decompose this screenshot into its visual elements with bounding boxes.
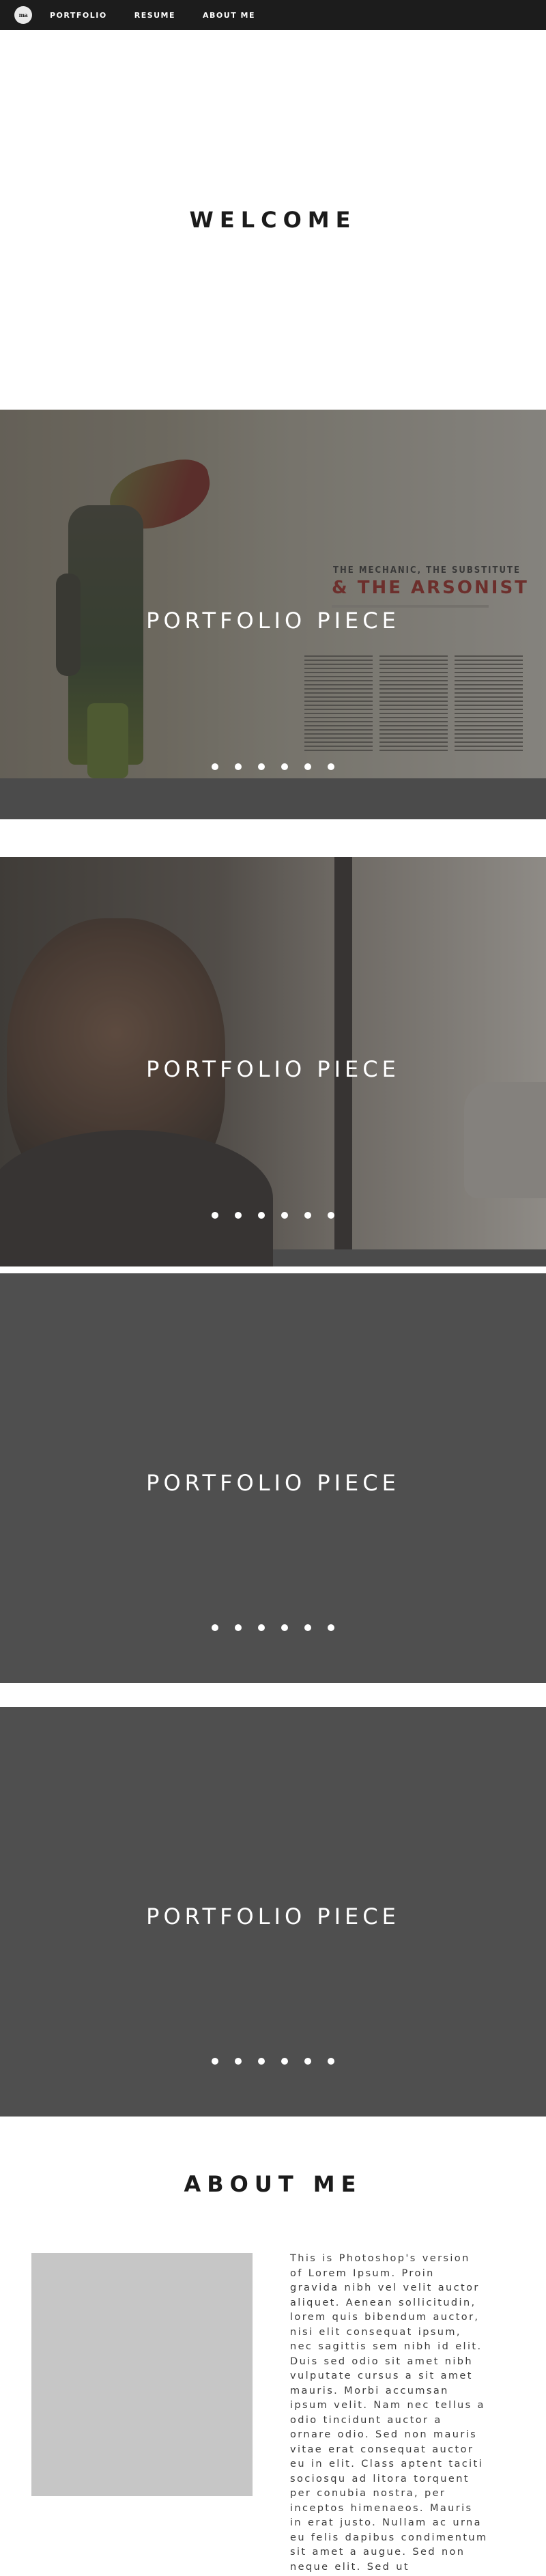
logo-text: ma [18, 12, 28, 18]
portfolio-piece-2[interactable]: PORTFOLIO PIECE [0, 857, 546, 1266]
carousel-dot[interactable] [212, 1624, 218, 1631]
carousel-dot[interactable] [235, 1212, 242, 1219]
carousel-dot[interactable] [212, 763, 218, 770]
carousel-dot[interactable] [304, 1212, 311, 1219]
carousel-dot[interactable] [304, 2058, 311, 2065]
carousel-dot[interactable] [212, 2058, 218, 2065]
carousel-dot[interactable] [235, 1624, 242, 1631]
carousel-dot[interactable] [328, 763, 334, 770]
portfolio-piece-4[interactable]: PORTFOLIO PIECE [0, 1707, 546, 2117]
carousel-dot[interactable] [258, 1212, 265, 1219]
portfolio-piece-title: PORTFOLIO PIECE [146, 1056, 400, 1082]
carousel-dots [0, 763, 546, 770]
portfolio-piece-title: PORTFOLIO PIECE [146, 1470, 400, 1496]
carousel-dot[interactable] [328, 1212, 334, 1219]
carousel-dots [0, 1624, 546, 1631]
carousel-dots [0, 2058, 546, 2065]
welcome-section: WELCOME [0, 30, 546, 410]
portfolio-piece-3[interactable]: PORTFOLIO PIECE [0, 1273, 546, 1683]
carousel-dot[interactable] [258, 2058, 265, 2065]
page: ma PORTFOLIO RESUME ABOUT ME WELCOME THE… [0, 0, 546, 2576]
carousel-dot[interactable] [304, 763, 311, 770]
carousel-dot[interactable] [328, 2058, 334, 2065]
carousel-dot[interactable] [258, 1624, 265, 1631]
carousel-dot[interactable] [281, 763, 288, 770]
nav-link-about-me[interactable]: ABOUT ME [203, 11, 255, 20]
carousel-dot[interactable] [304, 1624, 311, 1631]
carousel-dot[interactable] [258, 763, 265, 770]
logo-icon[interactable]: ma [14, 6, 32, 24]
carousel-dots [0, 1212, 546, 1219]
carousel-dot[interactable] [281, 1212, 288, 1219]
top-navbar: ma PORTFOLIO RESUME ABOUT ME [0, 0, 546, 30]
carousel-dot[interactable] [281, 2058, 288, 2065]
nav-link-portfolio[interactable]: PORTFOLIO [50, 11, 107, 20]
carousel-dot[interactable] [328, 1624, 334, 1631]
portfolio-piece-title: PORTFOLIO PIECE [146, 1903, 400, 1929]
nav-link-resume[interactable]: RESUME [134, 11, 175, 20]
carousel-dot[interactable] [235, 763, 242, 770]
portfolio-piece-1[interactable]: THE MECHANIC, THE SUBSTITUTE & THE ARSON… [0, 410, 546, 819]
portfolio-piece-title: PORTFOLIO PIECE [146, 608, 400, 634]
welcome-title: WELCOME [189, 207, 357, 233]
carousel-dot[interactable] [212, 1212, 218, 1219]
about-me-title: ABOUT ME [184, 2171, 362, 2197]
about-me-text: This is Photoshop's version of Lorem Ips… [290, 2253, 488, 2573]
about-photo-placeholder [31, 2253, 253, 2496]
carousel-dot[interactable] [281, 1624, 288, 1631]
carousel-dot[interactable] [235, 2058, 242, 2065]
